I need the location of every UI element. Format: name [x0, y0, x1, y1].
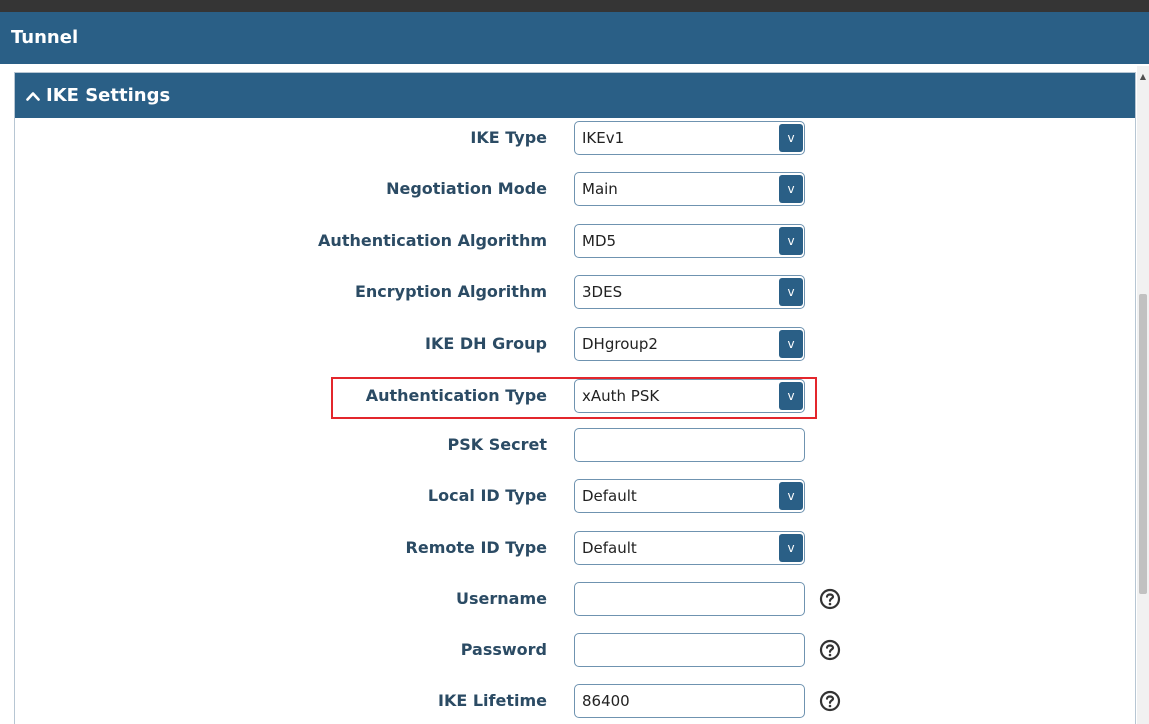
- encryption-algorithm-select[interactable]: 3DES v: [574, 275, 805, 309]
- row-psk-secret: PSK Secret: [15, 425, 1137, 465]
- chevron-down-icon[interactable]: v: [779, 534, 803, 562]
- local-id-type-value: Default: [582, 487, 637, 505]
- chevron-down-icon[interactable]: v: [779, 227, 803, 255]
- auth-type-value: xAuth PSK: [582, 387, 660, 405]
- ike-dh-group-label: IKE DH Group: [425, 334, 547, 353]
- chevron-down-icon[interactable]: v: [779, 278, 803, 306]
- local-id-type-label: Local ID Type: [427, 486, 547, 505]
- ike-type-value: IKEv1: [582, 129, 625, 147]
- ike-lifetime-label: IKE Lifetime: [438, 691, 547, 710]
- username-label: Username: [456, 589, 547, 608]
- negotiation-mode-value: Main: [582, 180, 618, 198]
- auth-type-select[interactable]: xAuth PSK v: [574, 379, 805, 413]
- encryption-algorithm-value: 3DES: [582, 283, 623, 301]
- psk-secret-label: PSK Secret: [447, 435, 547, 454]
- row-ike-lifetime: IKE Lifetime 86400: [15, 681, 1137, 721]
- row-local-id-type: Local ID Type Default v: [15, 476, 1137, 516]
- auth-type-label: Authentication Type: [365, 386, 547, 405]
- chevron-down-icon[interactable]: v: [779, 382, 803, 410]
- password-label: Password: [460, 640, 547, 659]
- chevron-down-icon[interactable]: v: [779, 124, 803, 152]
- row-auth-type: Authentication Type xAuth PSK v: [15, 376, 1137, 416]
- chevron-down-icon[interactable]: v: [779, 482, 803, 510]
- remote-id-type-value: Default: [582, 539, 637, 557]
- caret-up-icon[interactable]: [26, 91, 40, 101]
- row-remote-id-type: Remote ID Type Default v: [15, 528, 1137, 568]
- window-top-strip: [0, 0, 1149, 12]
- tunnel-title: Tunnel: [11, 27, 79, 48]
- row-negotiation-mode: Negotiation Mode Main v: [15, 169, 1137, 209]
- help-icon[interactable]: [819, 639, 841, 661]
- ike-dh-group-select[interactable]: DHgroup2 v: [574, 327, 805, 361]
- vertical-scrollbar[interactable]: ▲: [1137, 66, 1149, 724]
- ike-type-label: IKE Type: [470, 128, 547, 147]
- help-icon[interactable]: [819, 588, 841, 610]
- ike-dh-group-value: DHgroup2: [582, 335, 658, 353]
- scrollbar-thumb[interactable]: [1139, 294, 1147, 594]
- ike-settings-header[interactable]: IKE Settings: [15, 73, 1135, 118]
- auth-algorithm-value: MD5: [582, 232, 617, 250]
- local-id-type-select[interactable]: Default v: [574, 479, 805, 513]
- auth-algorithm-label: Authentication Algorithm: [318, 231, 547, 250]
- encryption-algorithm-label: Encryption Algorithm: [354, 282, 547, 301]
- row-username: Username: [15, 579, 1137, 619]
- ike-type-select[interactable]: IKEv1 v: [574, 121, 805, 155]
- ike-settings-section: IKE Settings IKE Type IKEv1 v Negotiatio…: [14, 72, 1136, 724]
- row-ike-type: IKE Type IKEv1 v: [15, 118, 1137, 158]
- scroll-up-arrow-icon[interactable]: ▲: [1138, 72, 1148, 82]
- row-encryption-algorithm: Encryption Algorithm 3DES v: [15, 272, 1137, 312]
- remote-id-type-label: Remote ID Type: [405, 538, 547, 557]
- username-input[interactable]: [574, 582, 805, 616]
- negotiation-mode-label: Negotiation Mode: [386, 179, 547, 198]
- ike-settings-title: IKE Settings: [46, 85, 171, 106]
- chevron-down-icon[interactable]: v: [779, 175, 803, 203]
- password-input[interactable]: [574, 633, 805, 667]
- ike-lifetime-value: 86400: [582, 692, 630, 710]
- remote-id-type-select[interactable]: Default v: [574, 531, 805, 565]
- help-icon[interactable]: [819, 690, 841, 712]
- row-password: Password: [15, 630, 1137, 670]
- row-ike-dh-group: IKE DH Group DHgroup2 v: [15, 324, 1137, 364]
- auth-algorithm-select[interactable]: MD5 v: [574, 224, 805, 258]
- chevron-down-icon[interactable]: v: [779, 330, 803, 358]
- psk-secret-input[interactable]: [574, 428, 805, 462]
- tunnel-title-bar: Tunnel: [0, 12, 1149, 64]
- ike-lifetime-input[interactable]: 86400: [574, 684, 805, 718]
- row-auth-algorithm: Authentication Algorithm MD5 v: [15, 221, 1137, 261]
- negotiation-mode-select[interactable]: Main v: [574, 172, 805, 206]
- app-window: Tunnel IKE Settings IKE Type IKEv1 v Neg…: [0, 0, 1149, 724]
